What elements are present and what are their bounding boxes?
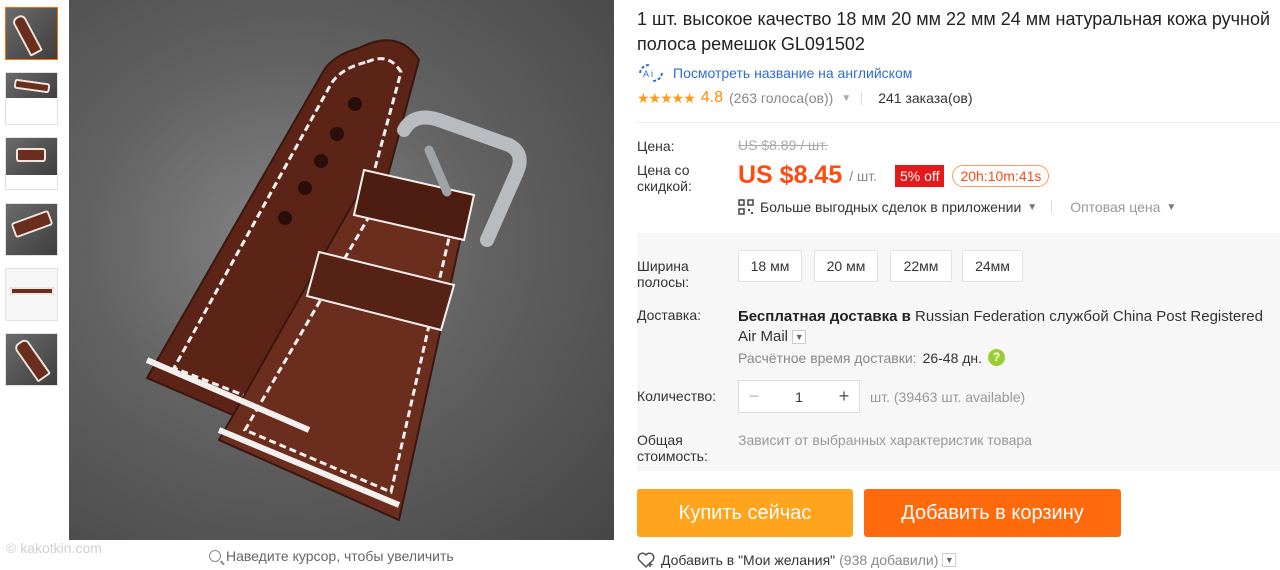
main-product-image[interactable]: [69, 0, 614, 540]
help-icon[interactable]: ?: [988, 349, 1006, 366]
thumbnail-5[interactable]: [5, 268, 58, 321]
wishlist-row[interactable]: Добавить в "Мои желания" (938 добавили) …: [637, 552, 957, 568]
current-price-row: US $8.45 / шт. 5% off 20h:10m:41s: [738, 161, 1050, 190]
divider: [1051, 200, 1053, 214]
chevron-down-icon[interactable]: ▼: [1027, 202, 1037, 213]
shipping-label: Доставка:: [637, 307, 702, 323]
delivery-estimate: Расчётное время доставки: 26-48 дн. ?: [738, 349, 1006, 366]
delivery-estimate-label: Расчётное время доставки:: [738, 349, 917, 366]
quantity-value[interactable]: 1: [769, 389, 829, 405]
thumbnail-1[interactable]: [5, 7, 58, 60]
total-note: Зависит от выбранных характеристик товар…: [738, 432, 1032, 448]
star-rating-icon: ★★★★★: [637, 89, 696, 106]
discount-badge: 5% off: [895, 164, 945, 187]
size-option-24[interactable]: 24мм: [962, 250, 1023, 282]
chevron-down-icon[interactable]: ▼: [942, 553, 957, 567]
price-unit: / шт.: [849, 167, 878, 184]
translate-icon: A i: [639, 63, 663, 83]
size-option-18[interactable]: 18 мм: [738, 250, 802, 282]
chevron-down-icon[interactable]: ▼: [841, 93, 851, 104]
thumbnail-strip: [0, 0, 66, 570]
thumbnail-6[interactable]: [5, 333, 58, 386]
divider: [637, 122, 1280, 123]
thumbnail-3[interactable]: [5, 137, 58, 190]
current-price: US $8.45: [738, 161, 843, 189]
decrease-button[interactable]: −: [739, 386, 769, 407]
price-label: Цена:: [637, 138, 675, 154]
wishlist-label[interactable]: Добавить в "Мои желания": [661, 552, 835, 568]
magnifier-icon: [209, 550, 221, 562]
free-shipping-text: Бесплатная доставка в: [738, 308, 911, 325]
translate-link[interactable]: A i Посмотреть название на английском: [637, 63, 912, 83]
total-label: Общая стоимость:: [637, 432, 708, 464]
zoom-hint-text: Наведите курсор, чтобы увеличить: [226, 548, 454, 564]
width-label: Ширина полосы:: [637, 258, 690, 290]
qr-code-icon: [738, 199, 754, 215]
chevron-down-icon[interactable]: ▼: [792, 330, 807, 345]
translate-link-text[interactable]: Посмотреть название на английском: [673, 65, 912, 81]
shipping-info: Бесплатная доставка в Russian Federation…: [738, 307, 1278, 347]
wholesale-price-link[interactable]: Оптовая цена: [1070, 199, 1160, 215]
app-deals-row: Больше выгодных сделок в приложении ▼ Оп…: [738, 199, 1176, 215]
svg-text:i: i: [651, 69, 653, 79]
add-to-cart-button[interactable]: Добавить в корзину: [864, 489, 1121, 537]
chevron-down-icon[interactable]: ▼: [1166, 202, 1176, 213]
orders-count: 241 заказа(ов): [878, 90, 973, 106]
rating-row: ★★★★★ 4.8 (263 голоса(ов)) ▼ 241 заказа(…: [637, 89, 973, 107]
discount-price-label: Цена со скидкой:: [637, 162, 692, 194]
delivery-days: 26-48 дн.: [922, 349, 983, 366]
product-info-panel: 1 шт. высокое качество 18 мм 20 мм 22 мм…: [637, 0, 1280, 570]
heart-icon[interactable]: [637, 552, 655, 568]
wishlist-count: (938 добавили): [839, 552, 939, 568]
votes-count[interactable]: (263 голоса(ов)): [729, 90, 833, 106]
quantity-available: шт. (39463 шт. available): [870, 389, 1026, 405]
increase-button[interactable]: +: [829, 386, 859, 407]
quantity-stepper: − 1 +: [738, 380, 860, 413]
thumbnail-4[interactable]: [5, 203, 58, 256]
countdown-timer: 20h:10m:41s: [952, 164, 1050, 187]
rating-value: 4.8: [700, 89, 724, 106]
size-option-20[interactable]: 20 мм: [814, 250, 878, 282]
buy-now-button[interactable]: Купить сейчас: [637, 489, 853, 537]
thumbnail-2[interactable]: [5, 72, 58, 125]
svg-text:A: A: [643, 69, 649, 79]
quantity-label: Количество:: [637, 388, 717, 404]
size-option-22[interactable]: 22мм: [890, 250, 952, 282]
app-deals-link[interactable]: Больше выгодных сделок в приложении: [760, 199, 1021, 215]
watermark: © kakotkin.com: [6, 540, 102, 556]
divider: [861, 91, 863, 105]
zoom-hint: Наведите курсор, чтобы увеличить: [209, 548, 454, 564]
product-title: 1 шт. высокое качество 18 мм 20 мм 22 мм…: [637, 9, 1271, 54]
original-price: US $8.89 / шт.: [738, 137, 829, 153]
strap-illustration: [145, 39, 527, 522]
